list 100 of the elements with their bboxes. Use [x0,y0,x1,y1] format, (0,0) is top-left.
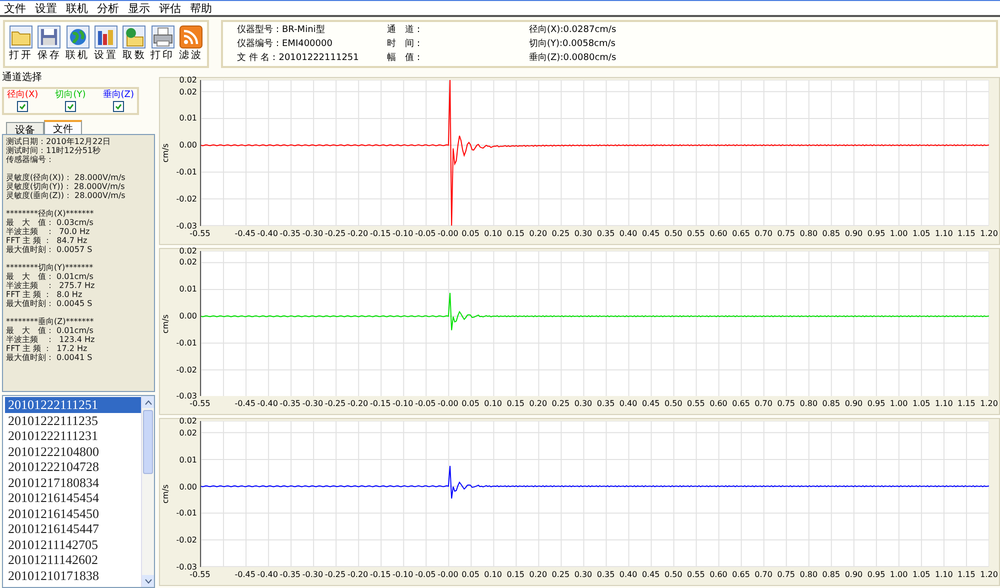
x-tick-label: 0.85 [822,228,840,238]
y-tick-label: 0.02 [179,87,197,96]
detail-line: ********径向(X)******* [6,209,95,218]
menu-item[interactable]: 显示 [128,2,150,14]
y-tick-label: -0.02 [176,365,197,374]
x-tick-label: -0.30 [302,570,324,580]
x-tick-label: 0.50 [664,228,682,238]
x-tick-label: -0.15 [370,570,391,580]
toolbar-button[interactable]: 联机 [66,25,90,63]
checkbox[interactable] [112,101,124,112]
x-tick-label: 1.20 [980,228,998,238]
x-tick-label: 0.60 [710,570,728,580]
checkbox[interactable] [17,101,28,112]
info-text: 仪器型号：BR-Mini型 [237,24,326,36]
detail-line: 传感器编号： [6,155,55,164]
x-tick-label: 0.90 [844,228,863,238]
file-list-item[interactable]: 20101222104800 [5,444,141,459]
x-tick-label: -0.25 [324,570,346,580]
tab[interactable]: 文件 [44,120,82,134]
x-tick-label: -0.20 [347,570,368,580]
x-tick-label: 0.25 [552,399,570,408]
x-tick-label: 0.40 [619,399,638,408]
file-list-item[interactable]: 20101222111231 [5,428,141,444]
x-tick-label: 0.20 [529,228,548,238]
check-icon [67,103,74,110]
detail-line: 最大值时刻： 0.0045 S [6,299,94,308]
file-list-item[interactable]: 20101222111251 [5,397,141,412]
menu-item[interactable]: 评估 [159,2,181,14]
file-list-item[interactable]: 20101216145450 [5,506,141,521]
toolbar-button[interactable]: 打印 [150,25,175,63]
file-list-item[interactable]: 20101210171838 [5,568,141,583]
menu-item[interactable]: 联机 [66,2,88,14]
x-tick-label: 0.75 [777,570,796,580]
file-list-item[interactable]: 20101211142602 [5,552,141,568]
x-tick-label: -0.05 [415,570,436,580]
detail-line: 最大值时刻： 0.0057 S [6,245,94,254]
x-tick-label: -0.15 [370,228,391,238]
section-title: 通道选择 [2,72,43,84]
x-tick-label: 0.55 [687,228,705,238]
toolbar-button[interactable]: 取数 [122,25,146,63]
file-list-item[interactable]: 20101211142705 [5,536,141,552]
tab[interactable]: 设备 [6,122,44,134]
x-tick-label: 1.20 [980,570,998,580]
info-text: 仪器编号：EMI400000 [237,38,334,50]
x-tick-label: 0.60 [710,228,728,238]
x-tick-label: 0.15 [506,228,524,238]
detail-line: 最 大 值： 0.01cm/s [6,326,94,335]
detail-line: 半波主频 ： 70.0 Hz [6,227,91,236]
x-tick-label: -0.10 [392,570,414,580]
y-tick-label: -0.03 [176,392,197,401]
x-tick-label: -0.00 [438,399,458,408]
toolbar-button[interactable]: 设置 [94,25,118,63]
x-tick-label: -0.35 [280,399,300,408]
menu-item[interactable]: 分析 [97,2,119,14]
x-tick-label: 0.80 [800,228,818,238]
x-tick-label: 0.75 [777,399,796,408]
x-tick-label: 0.50 [664,399,682,408]
x-tick-label: 0.10 [484,228,502,238]
x-tick-label: -0.15 [370,399,391,408]
file-list-item[interactable]: 20101216145447 [5,521,141,536]
menu-item[interactable]: 帮助 [190,2,212,14]
x-tick-label: 0.20 [529,570,548,580]
x-tick-label: -0.55 [190,570,210,580]
x-tick-label: 0.45 [642,570,660,580]
x-tick-label: -0.40 [257,399,278,408]
menu-item[interactable]: 设置 [35,2,57,14]
scroll-up-icon[interactable] [142,396,154,408]
file-list-item[interactable]: 20101216145454 [5,490,141,506]
x-tick-label: 0.25 [552,570,570,580]
x-tick-label: 0.05 [462,228,480,238]
info-text: 时 间： [387,38,424,50]
y-tick-label: 0.00 [179,311,197,320]
file-list-item[interactable]: 20101222111235 [5,412,141,428]
detail-line: 半波主频 ： 275.7 Hz [6,281,96,290]
checkbox[interactable] [65,101,76,112]
scrollbar[interactable] [141,396,154,587]
toolbar-button[interactable]: 保存 [37,25,62,63]
file-list-item[interactable]: 20101217180834 [5,474,141,490]
x-tick-label: 0.55 [687,570,705,580]
scroll-down-icon[interactable] [142,575,154,587]
channel-label: 径向(X) [7,90,38,101]
y-tick-label: -0.02 [176,194,197,204]
x-tick-label: 0.30 [574,399,592,408]
x-tick-label: 0.30 [574,570,592,580]
file-list-item[interactable]: 20101222104728 [5,459,141,474]
toolbar-button[interactable]: 滤波 [178,25,203,63]
detail-line: 灵敏度(垂向(Z))： 28.000V/m/s [6,191,126,200]
x-tick-label: 0.60 [710,399,728,408]
x-tick-label: 1.00 [890,399,908,408]
y-tick-label: 0.02 [179,76,197,84]
info-text: 文 件 名：20101222111251 [237,52,360,64]
menu-item[interactable]: 文件 [4,2,26,14]
axis-unit: cm/s [161,484,170,504]
y-tick-label: 0.01 [179,114,197,123]
x-tick-label: -0.10 [392,399,414,408]
x-tick-label: 1.10 [935,399,953,408]
toolbar-button[interactable]: 打开 [9,25,34,63]
x-tick-label: 0.35 [596,228,615,238]
scroll-thumb[interactable] [143,410,153,474]
x-tick-label: 1.00 [890,570,908,580]
